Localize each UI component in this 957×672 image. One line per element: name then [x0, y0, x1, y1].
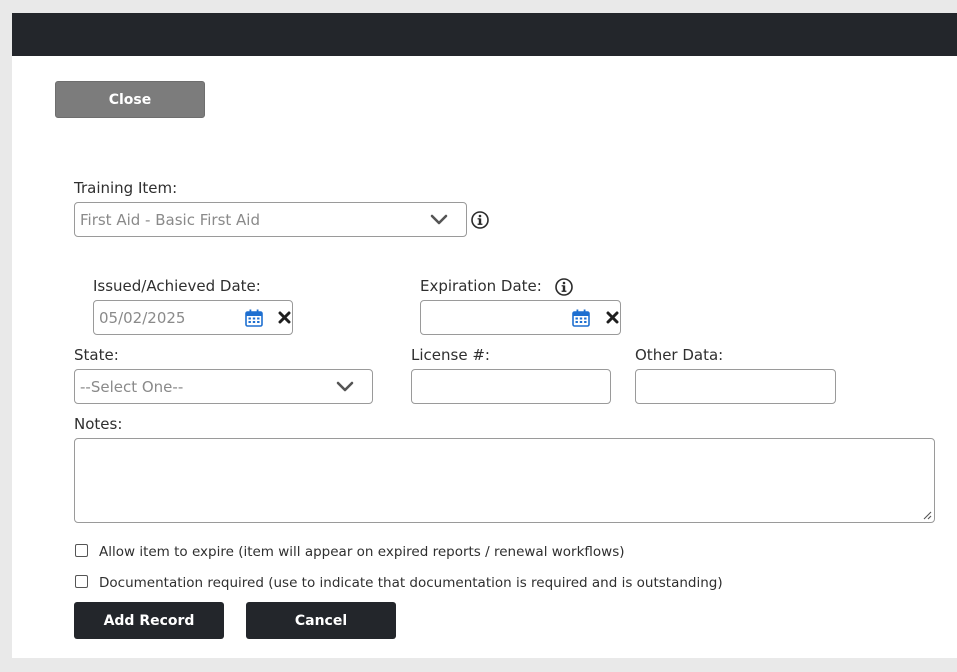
license-input[interactable] [411, 369, 611, 404]
clear-x-icon[interactable] [278, 311, 291, 324]
expiration-date-field[interactable] [420, 300, 621, 335]
calendar-icon[interactable] [245, 309, 263, 327]
modal-dialog: Close Training Item: First Aid - Basic F… [12, 13, 957, 658]
close-button[interactable]: Close [55, 81, 205, 118]
state-label: State: [74, 346, 119, 364]
resize-grip-icon[interactable] [923, 511, 932, 520]
issued-date-label: Issued/Achieved Date: [93, 277, 261, 295]
issued-date-value: 05/02/2025 [99, 308, 186, 327]
info-icon[interactable] [471, 211, 489, 229]
training-item-select[interactable]: First Aid - Basic First Aid [74, 202, 467, 237]
issued-date-field[interactable]: 05/02/2025 [93, 300, 293, 335]
license-label: License #: [411, 346, 490, 364]
allow-expire-checkbox[interactable] [75, 544, 88, 557]
allow-expire-label: Allow item to expire (item will appear o… [99, 544, 625, 560]
clear-x-icon[interactable] [606, 311, 619, 324]
state-value: --Select One-- [80, 377, 184, 396]
notes-textarea[interactable] [74, 438, 935, 523]
state-select[interactable]: --Select One-- [74, 369, 373, 404]
calendar-icon[interactable] [572, 309, 590, 327]
training-item-value: First Aid - Basic First Aid [80, 210, 260, 229]
add-record-button[interactable]: Add Record [74, 602, 224, 639]
training-item-label: Training Item: [74, 179, 178, 197]
expiration-date-label: Expiration Date: [420, 277, 542, 295]
cancel-button[interactable]: Cancel [246, 602, 396, 639]
notes-label: Notes: [74, 415, 123, 433]
documentation-required-checkbox[interactable] [75, 575, 88, 588]
chevron-down-icon [430, 214, 448, 224]
info-icon[interactable] [555, 278, 573, 296]
other-data-input[interactable] [635, 369, 836, 404]
other-data-label: Other Data: [635, 346, 724, 364]
chevron-down-icon [336, 381, 354, 391]
documentation-required-label: Documentation required (use to indicate … [99, 575, 723, 591]
modal-header-bar [12, 13, 957, 56]
